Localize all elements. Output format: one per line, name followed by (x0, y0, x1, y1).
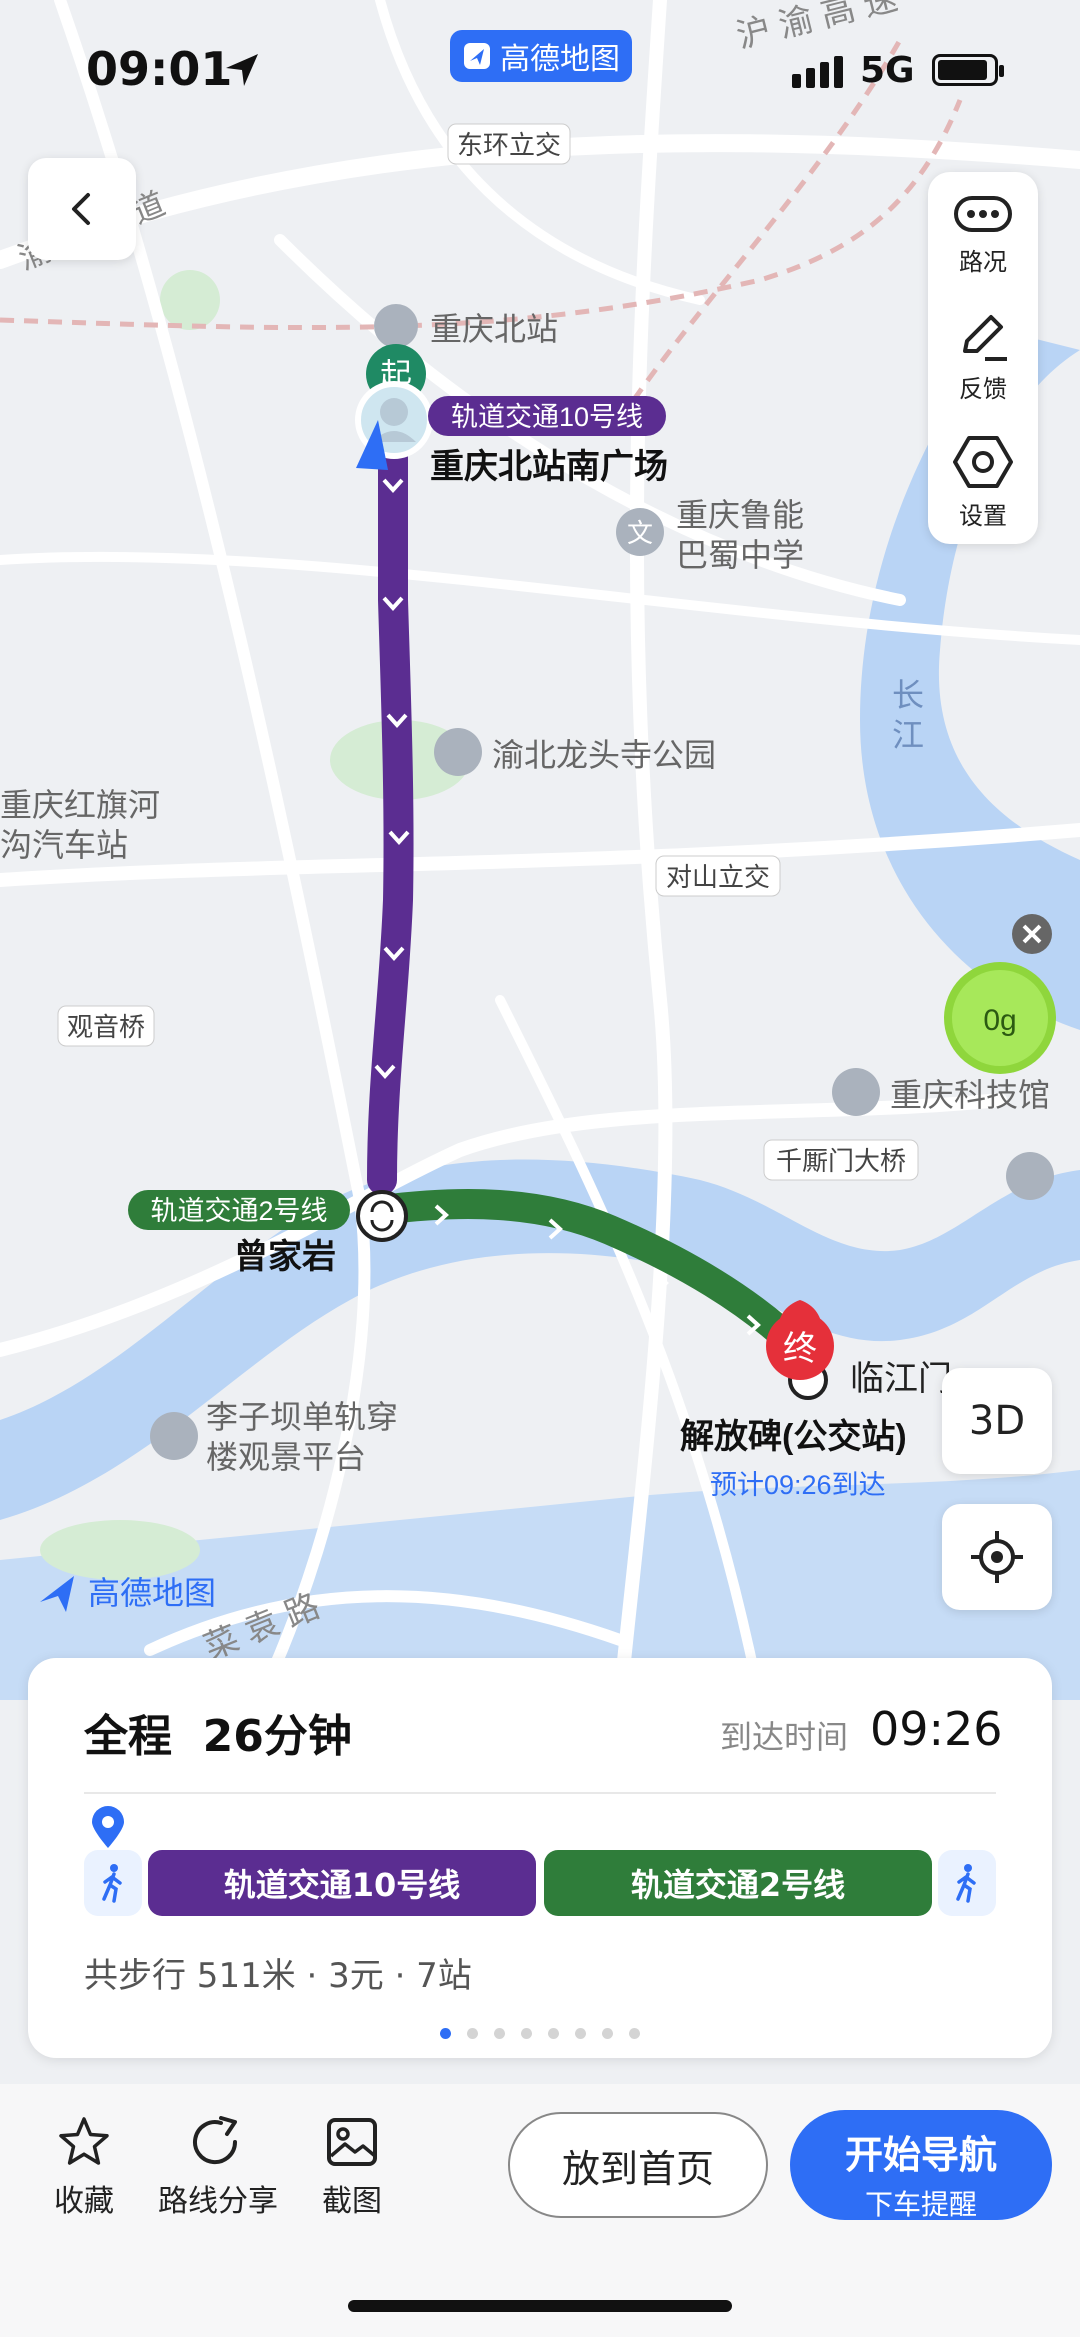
watermark-label: 高德地图 (88, 1575, 216, 1611)
settings-hex-icon (953, 435, 1013, 488)
app-badge-label: 高德地图 (500, 42, 620, 77)
map-label-kejiguan: 重庆科技馆 (890, 1077, 1050, 1113)
3d-label: 3D (968, 1398, 1026, 1444)
page-dot[interactable] (467, 2028, 478, 2039)
page-dot[interactable] (575, 2028, 586, 2039)
route-duration: 全程 26分钟 (84, 1700, 352, 1764)
start-line-label: 轨道交通10号线 (451, 402, 643, 432)
transfer-line-label: 轨道交通2号线 (150, 1196, 327, 1226)
page-dot[interactable] (548, 2028, 559, 2039)
traffic-button[interactable]: 路况 (928, 172, 1038, 296)
walk-segment-start (84, 1850, 142, 1916)
arrive-time: 09:26 (870, 1702, 1003, 1756)
map-label-duishan: 对山立交 (666, 862, 770, 892)
start-nav-sublabel: 下车提醒 (864, 2188, 977, 2221)
screenshot-button[interactable]: 截图 (312, 2116, 392, 2220)
share-arrow-icon (193, 2116, 238, 2165)
arrive-label: 到达时间 (720, 1718, 849, 1756)
share-label: 路线分享 (158, 2184, 278, 2219)
map-label-longtousi: 渝北龙头寺公园 (492, 737, 716, 773)
park-area (160, 270, 220, 330)
network-type: 5G (860, 50, 915, 91)
walk-segment-end (938, 1850, 996, 1916)
app-badge[interactable]: 高德地图 (450, 30, 632, 82)
page-dot[interactable] (440, 2028, 451, 2039)
battery-icon (932, 54, 1004, 86)
settings-label: 设置 (959, 501, 1007, 530)
transfer-station-label: 曾家岩 (234, 1237, 336, 1276)
map-label-guanyinqiao: 观音桥 (67, 1012, 145, 1042)
end-station-label: 解放碑(公交站) (680, 1417, 907, 1456)
page-dot[interactable] (521, 2028, 532, 2039)
map-canvas[interactable]: 东环立交 渝 都 大 道 沪 渝 高 速 重庆北站 重庆鲁能巴蜀中学 长江 渝北… (0, 0, 1080, 1700)
map-label-qianshimen: 千厮门大桥 (776, 1146, 906, 1176)
pin-to-home-button[interactable]: 放到首页 (508, 2112, 768, 2218)
favorite-button[interactable]: 收藏 (44, 2116, 124, 2220)
star-icon (59, 2117, 109, 2165)
chevron-left-icon (72, 193, 90, 225)
walking-icon (102, 1864, 122, 1903)
location-pin-icon (92, 1806, 124, 1848)
green-bubble-text: 0g (983, 1004, 1016, 1037)
page-indicator (28, 2028, 1052, 2040)
3d-toggle-button[interactable]: 3D (942, 1368, 1052, 1474)
map-label-cq-north: 重庆北站 (430, 311, 558, 347)
route-meta: 共步行 511米 · 3元 · 7站 (84, 1956, 472, 1996)
divider (84, 1792, 996, 1794)
back-button[interactable] (28, 158, 136, 260)
duration-value: 26分钟 (202, 1711, 352, 1762)
page-dot[interactable] (602, 2028, 613, 2039)
transfer-icon (356, 1190, 408, 1242)
feedback-label: 反馈 (959, 374, 1007, 403)
segment-line-10[interactable]: 轨道交通10号线 (148, 1850, 536, 1916)
segment-line-2[interactable]: 轨道交通2号线 (544, 1850, 932, 1916)
start-navigation-button[interactable]: 开始导航 下车提醒 (790, 2110, 1052, 2221)
share-route-button[interactable]: 路线分享 (152, 2116, 284, 2220)
image-icon (327, 2118, 377, 2166)
screenshot-label: 截图 (322, 2184, 382, 2219)
edit-pen-icon (963, 314, 1007, 361)
status-bar: 09:01 高德地图 5G (0, 0, 1080, 140)
crosshair-icon (971, 1531, 1023, 1583)
start-station-label: 重庆北站南广场 (430, 448, 668, 486)
end-badge-text: 终 (783, 1330, 817, 1368)
feedback-button[interactable]: 反馈 (928, 296, 1038, 420)
start-nav-label: 开始导航 (844, 2133, 997, 2177)
status-time: 09:01 (86, 42, 233, 96)
duration-prefix: 全程 (84, 1711, 172, 1762)
favorite-label: 收藏 (54, 2184, 114, 2219)
route-summary-card[interactable]: 全程 26分钟 到达时间 09:26 轨道交通10号线 轨道交通2号线 共步行 … (28, 1658, 1052, 2058)
park-area (40, 1520, 200, 1580)
amap-logo-icon (464, 43, 490, 69)
walking-icon (956, 1864, 976, 1903)
home-indicator[interactable] (348, 2300, 732, 2312)
location-arrow-icon (226, 54, 258, 86)
locate-me-button[interactable] (942, 1504, 1052, 1610)
page-dot[interactable] (629, 2028, 640, 2039)
traffic-icon (954, 195, 1012, 232)
page-dot[interactable] (494, 2028, 505, 2039)
svg-text:文: 文 (627, 518, 653, 548)
map-tools-panel: 路况 反馈 设置 (928, 172, 1038, 544)
traffic-label: 路况 (959, 247, 1007, 276)
map-label-linjiangmen: 临江门 (850, 1360, 952, 1398)
settings-button[interactable]: 设置 (928, 420, 1038, 544)
eta-label: 预计09:26到达 (710, 1470, 886, 1500)
